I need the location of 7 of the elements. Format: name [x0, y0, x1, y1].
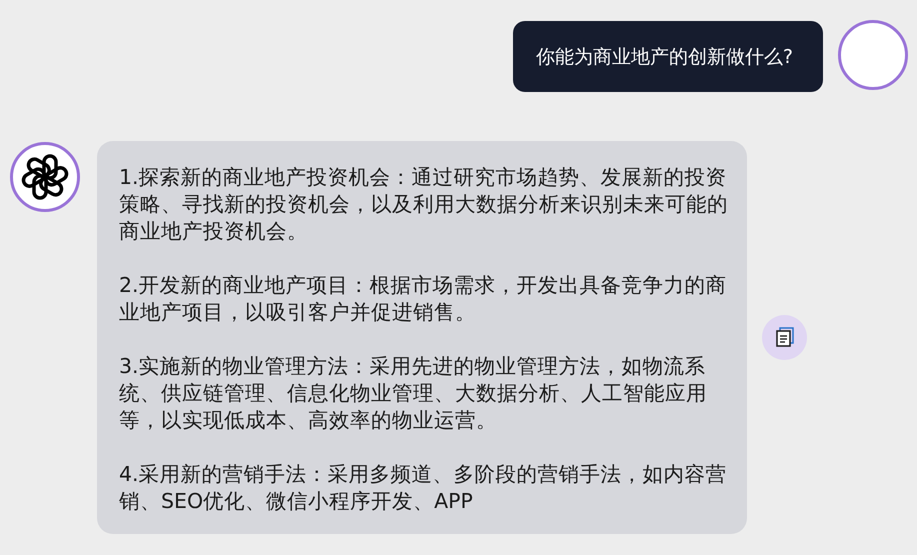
- user-message: 你能为商业地产的创新做什么?: [512, 21, 823, 92]
- copy-icon: [774, 327, 794, 348]
- copy-button[interactable]: [762, 315, 807, 360]
- message-paragraph: 4.采用新的营销手法：采用多频道、多阶段的营销手法，如内容营销、SEO优化、微信小程序开发、APP: [119, 461, 728, 515]
- message-paragraph: 1.探索新的商业地产投资机会：通过研究市场趋势、发展新的投资策略、寻找新的投资机会，以及利用大数据分析来识别未来可能的商业地产投资机会。: [119, 164, 729, 245]
- message-paragraph: 2.开发新的商业地产项目：根据市场需求，开发出具备竞争力的商业地产项目，以吸引客户并促进销售。: [119, 272, 728, 326]
- message-paragraph: 3.实施新的物业管理方法：采用先进的物业管理方法，如物流系统、供应链管理、信息化物业管理、大数据分析、人工智能应用等，以实现低成本、高效率的物业运营。: [119, 353, 708, 434]
